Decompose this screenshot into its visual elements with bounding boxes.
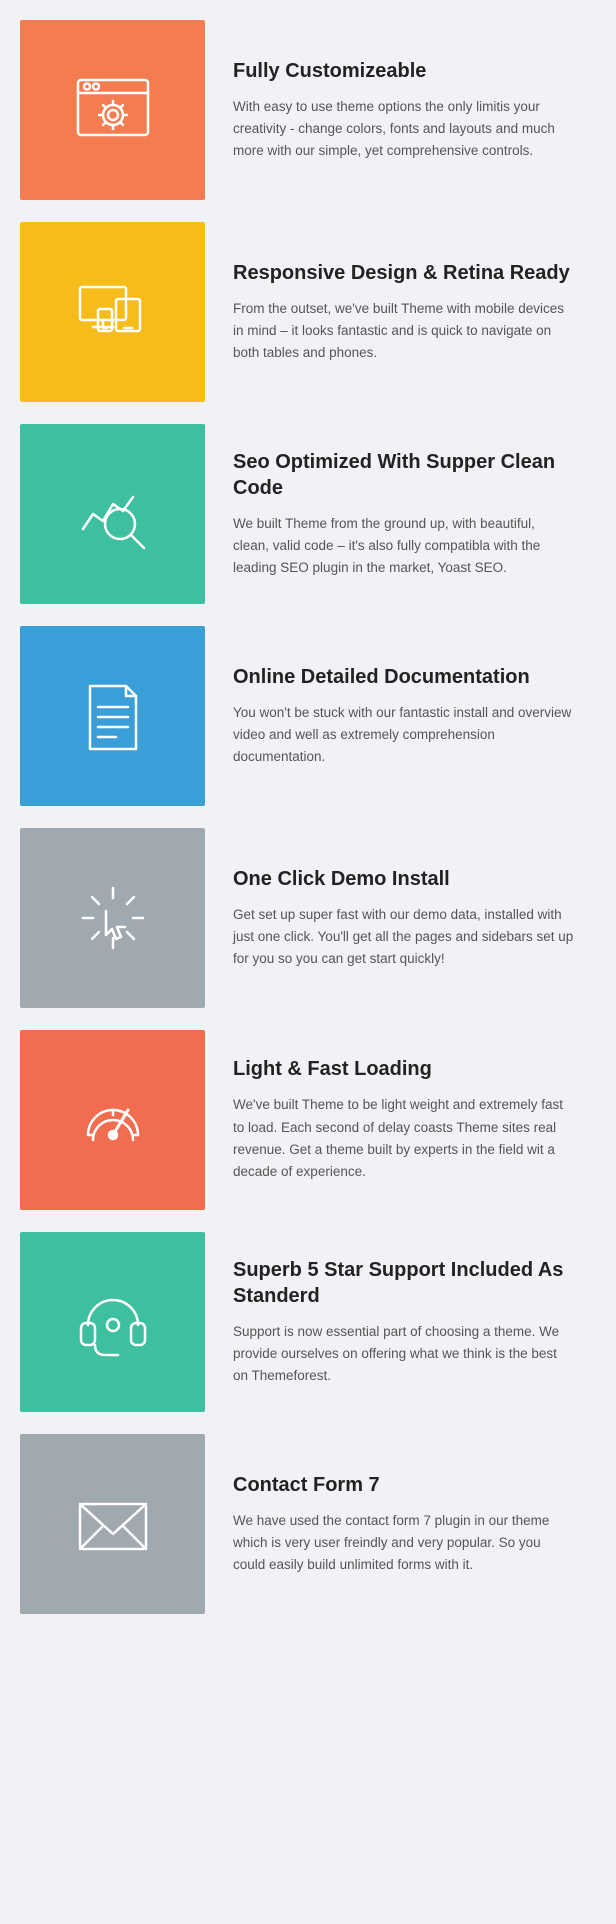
- feature-desc-fast: We've built Theme to be light weight and…: [233, 1094, 574, 1183]
- feature-content-docs: Online Detailed Documentation You won't …: [205, 626, 596, 806]
- feature-desc-contact: We have used the contact form 7 plugin i…: [233, 1510, 574, 1577]
- feature-icon-box-responsive: [20, 222, 205, 402]
- feature-icon-box-fast: [20, 1030, 205, 1210]
- feature-item-seo: Seo Optimized With Supper Clean Code We …: [20, 424, 596, 604]
- feature-content-responsive: Responsive Design & Retina Ready From th…: [205, 222, 596, 402]
- feature-content-fast: Light & Fast Loading We've built Theme t…: [205, 1030, 596, 1210]
- feature-item-support: Superb 5 Star Support Included As Stande…: [20, 1232, 596, 1412]
- feature-title-demo: One Click Demo Install: [233, 866, 574, 892]
- feature-item-customizeable: Fully Customizeable With easy to use the…: [20, 20, 596, 200]
- feature-content-contact: Contact Form 7 We have used the contact …: [205, 1434, 596, 1614]
- feature-icon-box-support: [20, 1232, 205, 1412]
- demo-icon: [68, 873, 158, 963]
- feature-desc-seo: We built Theme from the ground up, with …: [233, 513, 574, 580]
- feature-icon-box-contact: [20, 1434, 205, 1614]
- feature-desc-responsive: From the outset, we've built Theme with …: [233, 298, 574, 365]
- feature-list: Fully Customizeable With easy to use the…: [0, 0, 616, 1656]
- feature-item-contact: Contact Form 7 We have used the contact …: [20, 1434, 596, 1614]
- feature-title-support: Superb 5 Star Support Included As Stande…: [233, 1257, 574, 1309]
- feature-icon-box-seo: [20, 424, 205, 604]
- feature-content-seo: Seo Optimized With Supper Clean Code We …: [205, 424, 596, 604]
- support-icon: [68, 1277, 158, 1367]
- seo-icon: [68, 469, 158, 559]
- customizeable-icon: [68, 65, 158, 155]
- feature-title-seo: Seo Optimized With Supper Clean Code: [233, 449, 574, 501]
- feature-item-responsive: Responsive Design & Retina Ready From th…: [20, 222, 596, 402]
- feature-title-responsive: Responsive Design & Retina Ready: [233, 260, 574, 286]
- docs-icon: [68, 671, 158, 761]
- feature-content-demo: One Click Demo Install Get set up super …: [205, 828, 596, 1008]
- feature-icon-box-demo: [20, 828, 205, 1008]
- responsive-icon: [68, 267, 158, 357]
- feature-desc-demo: Get set up super fast with our demo data…: [233, 904, 574, 971]
- feature-title-fast: Light & Fast Loading: [233, 1056, 574, 1082]
- feature-item-demo: One Click Demo Install Get set up super …: [20, 828, 596, 1008]
- contact-icon: [68, 1479, 158, 1569]
- feature-desc-docs: You won't be stuck with our fantastic in…: [233, 702, 574, 769]
- feature-icon-box-customizeable: [20, 20, 205, 200]
- feature-desc-support: Support is now essential part of choosin…: [233, 1321, 574, 1388]
- feature-title-contact: Contact Form 7: [233, 1472, 574, 1498]
- feature-content-support: Superb 5 Star Support Included As Stande…: [205, 1232, 596, 1412]
- feature-item-docs: Online Detailed Documentation You won't …: [20, 626, 596, 806]
- feature-title-docs: Online Detailed Documentation: [233, 664, 574, 690]
- feature-icon-box-docs: [20, 626, 205, 806]
- feature-desc-customizeable: With easy to use theme options the only …: [233, 96, 574, 163]
- fast-icon: [68, 1075, 158, 1165]
- feature-item-fast: Light & Fast Loading We've built Theme t…: [20, 1030, 596, 1210]
- feature-content-customizeable: Fully Customizeable With easy to use the…: [205, 20, 596, 200]
- feature-title-customizeable: Fully Customizeable: [233, 58, 574, 84]
